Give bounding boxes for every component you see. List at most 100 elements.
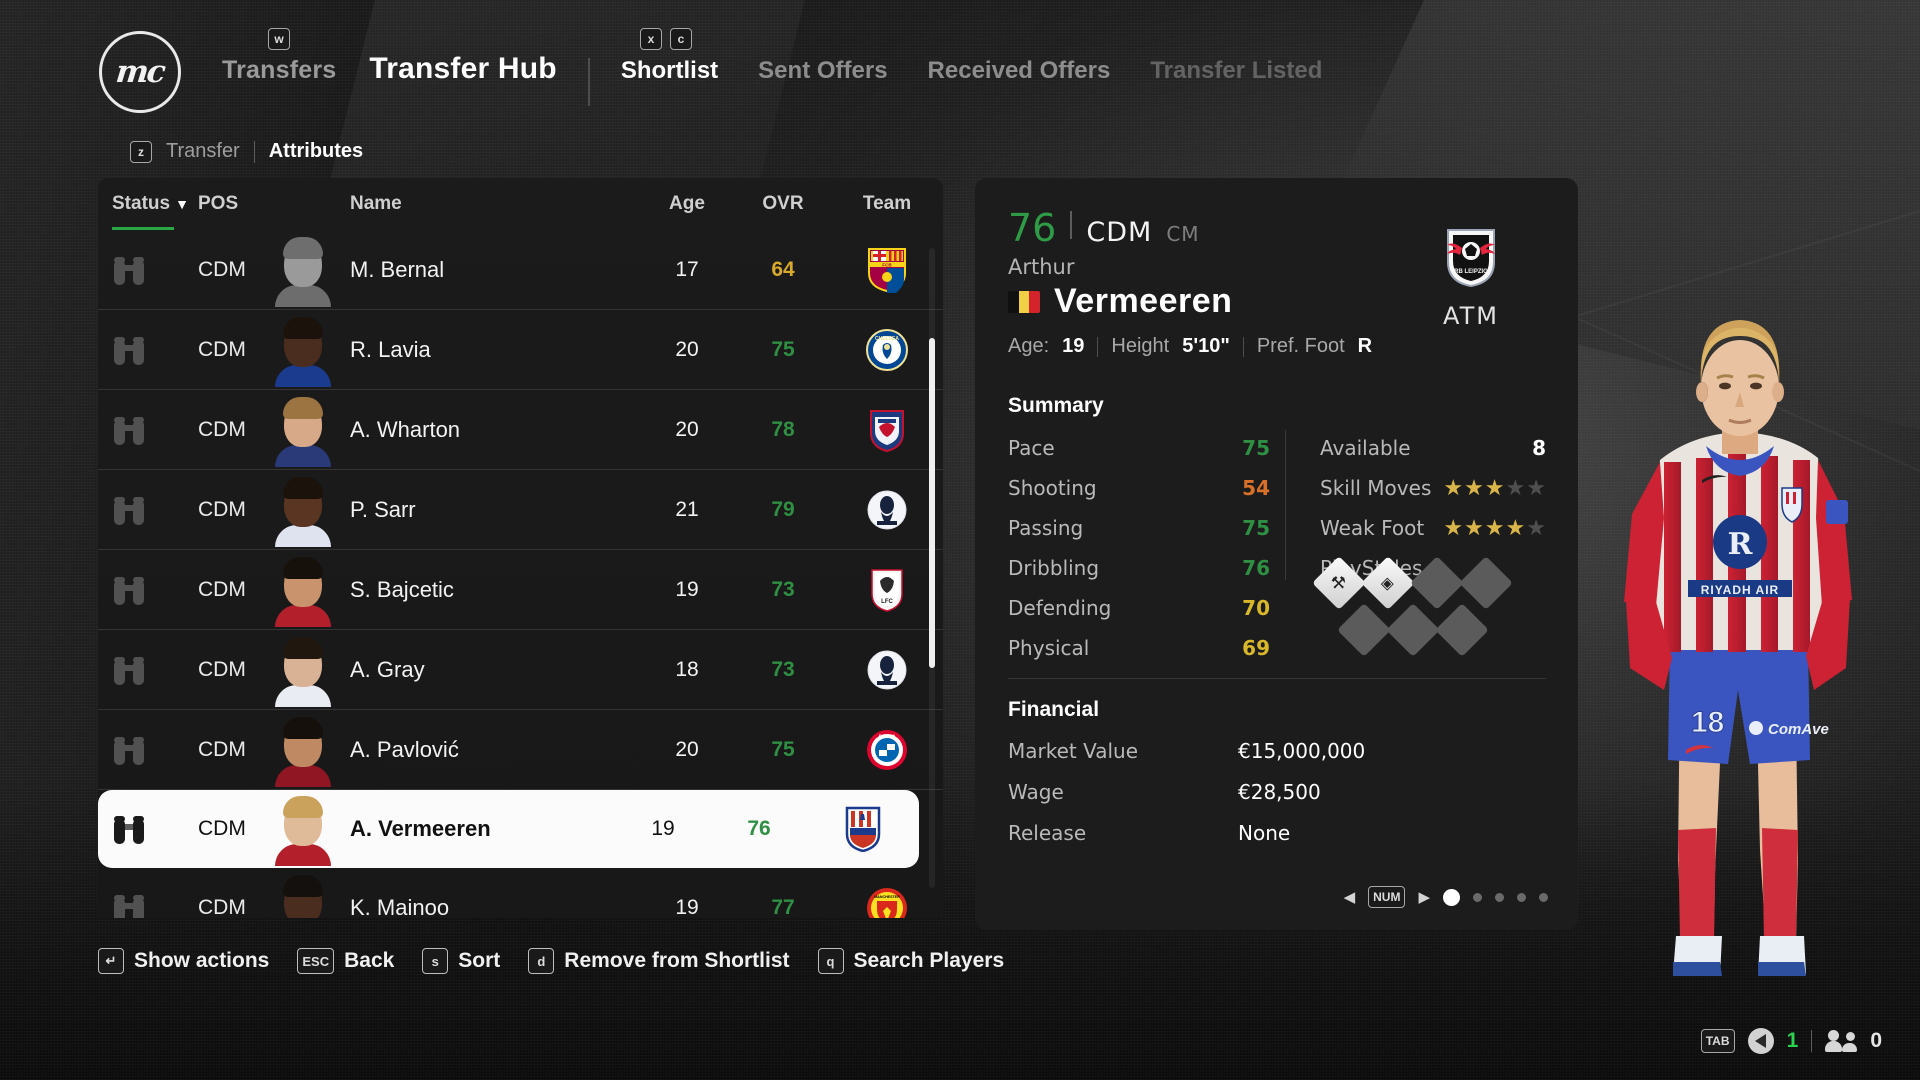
player-list: CDM M. Bernal 17 64 FCB CDM R. Lavia 20 75 C… [98,230,943,918]
attribute-value: 54 [1242,476,1270,500]
list-scrollbar[interactable] [929,248,935,888]
tab-shortlist[interactable]: Shortlist [621,57,718,85]
pager-left-arrow-icon[interactable]: ◀ [1344,888,1356,906]
attribute-row-shooting: Shooting 54 [1008,468,1270,508]
pager-dots [1443,888,1548,906]
player-face-icon [274,633,332,707]
tab-received-offers[interactable]: Received Offers [928,57,1111,85]
player-face-cell [275,553,350,627]
tab-transfer-listed[interactable]: Transfer Listed [1150,57,1322,85]
ovr-cell: 73 [771,577,795,601]
svg-text:LFC: LFC [881,599,893,605]
column-header-ovr[interactable]: OVR [735,193,831,215]
status-cell [112,655,198,685]
ovr-cell: 77 [771,895,795,919]
player-face-cell [278,871,350,918]
subtab-attributes[interactable]: Attributes [269,140,363,163]
table-row[interactable]: CDM R. Lavia 20 75 CHELSEA [98,310,943,390]
list-scrollbar-thumb[interactable] [929,338,935,668]
action-show-actions[interactable]: ↵ Show actions [98,948,269,974]
financial-row-release: Release None [1008,812,1546,853]
table-row[interactable]: CDM M. Bernal 17 64 FCB [98,230,943,310]
pager-dot[interactable] [1539,892,1548,902]
ovr-cell: 78 [771,417,795,441]
skill-moves-label: Skill Moves [1320,476,1432,500]
status-cell [112,255,198,285]
players-online-value: 0 [1870,1029,1882,1052]
action-label: Search Players [853,949,1005,972]
player-first-name: Arthur [1008,255,1075,279]
action-remove-from-shortlist[interactable]: d Remove from Shortlist [528,948,790,974]
tab-bar: Shortlist Sent Offers Received Offers Tr… [621,57,1323,85]
attribute-row-pace: Pace 75 [1008,428,1270,468]
attribute-label: Shooting [1008,476,1097,500]
ovr-cell: 75 [771,337,795,361]
pager-right-arrow-icon[interactable]: ▶ [1418,888,1430,906]
playstyle-icon-empty [1337,603,1391,657]
svg-text:ComAve: ComAve [1768,721,1829,738]
table-row[interactable]: CDM P. Sarr 21 79 [98,470,943,550]
playstyle-icon-empty [1410,556,1464,610]
table-row[interactable]: CDM K. Mainoo 19 77 MANCHESTER UNITED [98,868,943,918]
player-face-icon [274,393,332,467]
age-cell: 20 [675,737,699,761]
player-name-cell: M. Bernal [350,256,445,282]
column-header-age[interactable]: Age [639,193,735,215]
position-cell: CDM [198,577,246,601]
table-row[interactable]: CDM S. Bajcetic 19 73 LFC [98,550,943,630]
playstyle-icon-active: ⚒ [1312,556,1366,610]
binoculars-icon [112,415,146,445]
column-header-pos[interactable]: POS [198,193,278,215]
attribute-row-dribbling: Dribbling 76 [1008,548,1270,588]
binoculars-icon [112,655,146,685]
position-cell: CDM [198,417,246,441]
tab-sent-offers[interactable]: Sent Offers [758,57,887,85]
subtab-transfer[interactable]: Transfer [166,140,240,163]
playstyle-row [1337,603,1540,657]
column-header-name[interactable]: Name [350,193,639,215]
pager-dot[interactable] [1517,892,1526,902]
status-cell [112,415,198,445]
column-header-status[interactable]: Status ▼ [112,193,198,215]
action-back[interactable]: ESC Back [297,948,394,974]
status-cell [112,814,198,844]
table-row-selected[interactable]: CDM A. Vermeeren 19 76 [98,790,919,868]
player-name-cell: A. Pavlović [350,736,459,762]
action-bar: ↵ Show actions ESC Back s Sort d Remove fro… [98,948,1004,974]
nav-item-transfer-hub[interactable]: Transfer Hub [369,52,556,86]
nav-item-transfers[interactable]: Transfers [222,56,336,85]
attribute-row-passing: Passing 75 [1008,508,1270,548]
age-cell: 19 [651,816,675,840]
table-row[interactable]: CDM A. Pavlović 20 75 BAYERN [98,710,943,790]
player-face-icon [274,233,332,307]
pager-dot[interactable] [1473,892,1482,902]
svg-text:BAYERN: BAYERN [879,733,896,738]
detail-pager: ◀ NUM ▶ [1344,886,1548,908]
column-header-team[interactable]: Team [831,193,943,215]
speaker-icon[interactable] [1747,1028,1774,1054]
binoculars-icon [112,495,146,525]
svg-text:18: 18 [1691,706,1724,739]
position-cell: CDM [198,895,246,919]
table-row[interactable]: CDM A. Gray 18 73 [98,630,943,710]
ovr-cell: 64 [771,257,795,281]
skill-move-star: ★ [1484,475,1505,500]
player-age-label: Age: [1008,335,1050,357]
playstyle-glyph: ◈ [1381,573,1395,593]
player-face-cell [275,633,350,707]
player-alt-position: CM [1166,222,1200,246]
meta-divider-2 [1242,336,1244,357]
action-search-players[interactable]: q Search Players [817,948,1005,974]
table-row[interactable]: CDM A. Wharton 20 78 [98,390,943,470]
primary-nav: Transfers Transfer Hub Shortlist Sent Of… [222,52,1323,106]
list-header: Status ▼ POS Name Age OVR Team [98,178,943,230]
pager-dot[interactable] [1495,892,1504,902]
pager-dot[interactable] [1443,888,1460,906]
action-sort[interactable]: s Sort [422,948,500,974]
weak-foot-star: ★ [1464,515,1484,540]
team-crest-barcelona: FCB [865,247,909,293]
player-primary-position: CDM [1086,217,1153,248]
players-online-icon [1825,1030,1858,1052]
financial-section-title: Financial [1008,698,1100,721]
keycap-c: c [670,28,692,50]
